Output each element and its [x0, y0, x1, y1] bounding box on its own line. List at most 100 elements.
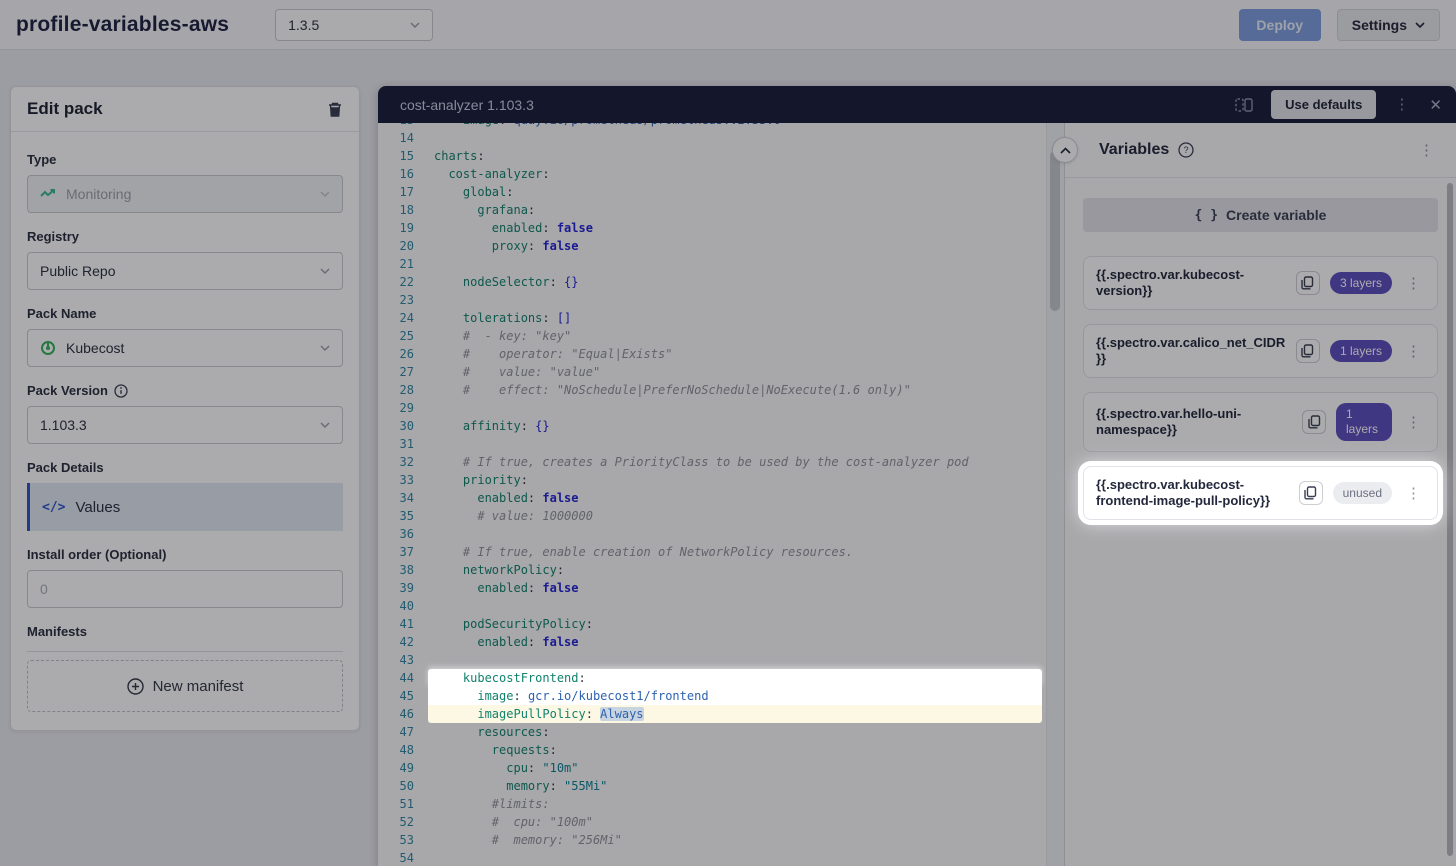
code-text[interactable]: cost-analyzer: — [428, 165, 1042, 183]
code-line[interactable]: 52 # cpu: "100m" — [378, 813, 1064, 831]
code-line[interactable]: 33 priority: — [378, 471, 1064, 489]
code-text[interactable] — [428, 255, 1042, 273]
code-line[interactable]: 38 networkPolicy: — [378, 561, 1064, 579]
yaml-editor[interactable]: 13 image: quay.io/prometheus/prometheus:… — [378, 123, 1064, 866]
code-text[interactable]: priority: — [428, 471, 1042, 489]
code-text[interactable]: # effect: "NoSchedule|PreferNoSchedule|N… — [428, 381, 1042, 399]
profile-version-select[interactable]: 1.3.5 — [275, 9, 433, 41]
code-text[interactable]: grafana: — [428, 201, 1042, 219]
code-text[interactable] — [428, 651, 1042, 669]
code-line[interactable]: 24 tolerations: [] — [378, 309, 1064, 327]
install-order-input[interactable] — [27, 570, 343, 608]
copy-icon[interactable] — [1299, 481, 1323, 505]
variable-kebab-menu-icon[interactable]: ⋮ — [1402, 342, 1425, 361]
code-text[interactable]: requests: — [428, 741, 1042, 759]
code-line[interactable]: 46 imagePullPolicy: Always — [378, 705, 1064, 723]
code-line[interactable]: 44 kubecostFrontend: — [378, 669, 1064, 687]
code-line[interactable]: 37 # If true, enable creation of Network… — [378, 543, 1064, 561]
variable-kebab-menu-icon[interactable]: ⋮ — [1402, 274, 1425, 293]
editor-kebab-menu-icon[interactable]: ⋮ — [1390, 95, 1413, 114]
code-text[interactable]: nodeSelector: {} — [428, 273, 1042, 291]
pack-name-select[interactable]: Kubecost — [27, 329, 343, 367]
code-line[interactable]: 28 # effect: "NoSchedule|PreferNoSchedul… — [378, 381, 1064, 399]
editor-scrollbar[interactable] — [1046, 123, 1064, 866]
variables-scrollbar[interactable] — [1447, 183, 1453, 856]
code-text[interactable]: affinity: {} — [428, 417, 1042, 435]
code-line[interactable]: 41 podSecurityPolicy: — [378, 615, 1064, 633]
code-line[interactable]: 16 cost-analyzer: — [378, 165, 1064, 183]
code-line[interactable]: 19 enabled: false — [378, 219, 1064, 237]
use-defaults-button[interactable]: Use defaults — [1271, 90, 1376, 119]
collapse-panel-button[interactable] — [1052, 137, 1078, 163]
code-line[interactable]: 35 # value: 1000000 — [378, 507, 1064, 525]
code-text[interactable] — [428, 849, 1042, 866]
copy-icon[interactable] — [1296, 271, 1320, 295]
code-line[interactable]: 49 cpu: "10m" — [378, 759, 1064, 777]
code-text[interactable]: # operator: "Equal|Exists" — [428, 345, 1042, 363]
code-line[interactable]: 32 # If true, creates a PriorityClass to… — [378, 453, 1064, 471]
code-text[interactable]: global: — [428, 183, 1042, 201]
code-text[interactable]: memory: "55Mi" — [428, 777, 1042, 795]
info-icon[interactable] — [114, 384, 128, 398]
code-text[interactable]: #limits: — [428, 795, 1042, 813]
code-line[interactable]: 22 nodeSelector: {} — [378, 273, 1064, 291]
code-text[interactable] — [428, 435, 1042, 453]
copy-icon[interactable] — [1296, 339, 1320, 363]
code-text[interactable]: cpu: "10m" — [428, 759, 1042, 777]
settings-button[interactable]: Settings — [1337, 9, 1440, 41]
create-variable-button[interactable]: { } Create variable — [1083, 198, 1438, 232]
code-text[interactable]: # memory: "256Mi" — [428, 831, 1042, 849]
code-line[interactable]: 26 # operator: "Equal|Exists" — [378, 345, 1064, 363]
code-text[interactable]: enabled: false — [428, 219, 1042, 237]
code-line[interactable]: 25 # - key: "key" — [378, 327, 1064, 345]
trash-icon[interactable] — [327, 101, 343, 118]
variable-kebab-menu-icon[interactable]: ⋮ — [1402, 484, 1425, 503]
code-text[interactable]: # value: "value" — [428, 363, 1042, 381]
code-line[interactable]: 40 — [378, 597, 1064, 615]
code-line[interactable]: 15charts: — [378, 147, 1064, 165]
code-text[interactable]: charts: — [428, 147, 1042, 165]
registry-select[interactable]: Public Repo — [27, 252, 343, 290]
code-line[interactable]: 34 enabled: false — [378, 489, 1064, 507]
code-text[interactable]: networkPolicy: — [428, 561, 1042, 579]
code-text[interactable]: # If true, enable creation of NetworkPol… — [428, 543, 1042, 561]
code-line[interactable]: 17 global: — [378, 183, 1064, 201]
code-text[interactable]: # - key: "key" — [428, 327, 1042, 345]
code-text[interactable]: # value: 1000000 — [428, 507, 1042, 525]
variable-kebab-menu-icon[interactable]: ⋮ — [1402, 413, 1425, 432]
code-line[interactable]: 27 # value: "value" — [378, 363, 1064, 381]
code-line[interactable]: 14 — [378, 129, 1064, 147]
code-line[interactable]: 18 grafana: — [378, 201, 1064, 219]
code-text[interactable]: resources: — [428, 723, 1042, 741]
code-text[interactable] — [428, 399, 1042, 417]
code-line[interactable]: 30 affinity: {} — [378, 417, 1064, 435]
new-manifest-button[interactable]: New manifest — [27, 660, 343, 712]
code-line[interactable]: 39 enabled: false — [378, 579, 1064, 597]
code-line[interactable]: 29 — [378, 399, 1064, 417]
pack-version-select[interactable]: 1.103.3 — [27, 406, 343, 444]
code-line[interactable]: 43 — [378, 651, 1064, 669]
code-line[interactable]: 53 # memory: "256Mi" — [378, 831, 1064, 849]
code-text[interactable] — [428, 129, 1042, 147]
code-text[interactable]: image: gcr.io/kubecost1/frontend — [428, 687, 1042, 705]
code-line[interactable]: 45 image: gcr.io/kubecost1/frontend — [378, 687, 1064, 705]
code-text[interactable]: enabled: false — [428, 633, 1042, 651]
code-line[interactable]: 23 — [378, 291, 1064, 309]
variables-kebab-menu-icon[interactable]: ⋮ — [1415, 141, 1438, 160]
code-line[interactable]: 51 #limits: — [378, 795, 1064, 813]
code-text[interactable]: imagePullPolicy: Always — [428, 705, 1042, 723]
deploy-button[interactable]: Deploy — [1239, 9, 1321, 41]
code-line[interactable]: 21 — [378, 255, 1064, 273]
help-icon[interactable]: ? — [1178, 142, 1194, 158]
copy-icon[interactable] — [1302, 410, 1326, 434]
code-line[interactable]: 20 proxy: false — [378, 237, 1064, 255]
code-text[interactable] — [428, 291, 1042, 309]
editor-scrollbar-thumb[interactable] — [1050, 151, 1060, 311]
code-text[interactable]: kubecostFrontend: — [428, 669, 1042, 687]
code-line[interactable]: 47 resources: — [378, 723, 1064, 741]
code-text[interactable]: tolerations: [] — [428, 309, 1042, 327]
code-line[interactable]: 50 memory: "55Mi" — [378, 777, 1064, 795]
code-text[interactable]: podSecurityPolicy: — [428, 615, 1042, 633]
code-text[interactable] — [428, 597, 1042, 615]
code-text[interactable]: enabled: false — [428, 579, 1042, 597]
